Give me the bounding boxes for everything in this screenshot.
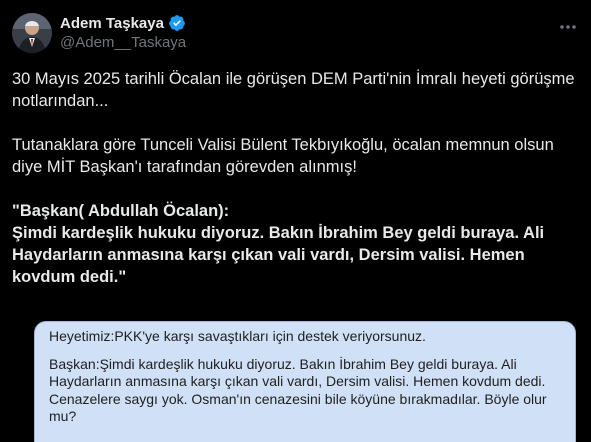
tweet-paragraph: 30 Mayıs 2025 tarihli Öcalan ile görüşen… bbox=[12, 70, 575, 110]
avatar[interactable] bbox=[12, 13, 52, 53]
author-block: Adem Taşkaya @Adem__Taskaya bbox=[60, 13, 186, 52]
tweet-quote-speaker: "Başkan( Abdullah Öcalan): bbox=[12, 202, 230, 220]
avatar-photo bbox=[12, 13, 52, 53]
note-answer: Başkan:Şimdi kardeşlik hukuku diyoruz. B… bbox=[49, 355, 547, 425]
tweet-header: Adem Taşkaya @Adem__Taskaya bbox=[12, 10, 579, 56]
tweet-quote-text: Şimdi kardeşlik hukuku diyoruz. Bakın İb… bbox=[12, 224, 545, 286]
tweet-paragraph: Tutanaklara göre Tunceli Valisi Bülent T… bbox=[12, 136, 554, 176]
note-question: Heyetimiz:PKK'ye karşı savaştıkları için… bbox=[49, 328, 426, 344]
verified-badge-icon bbox=[168, 14, 186, 32]
name-row: Adem Taşkaya bbox=[60, 13, 186, 33]
more-options-icon[interactable] bbox=[557, 16, 579, 38]
tweet-body: 30 Mayıs 2025 tarihli Öcalan ile görüşen… bbox=[12, 68, 576, 288]
author-display-name[interactable]: Adem Taşkaya bbox=[60, 15, 164, 32]
author-handle[interactable]: @Adem__Taskaya bbox=[60, 34, 186, 51]
attached-note-image[interactable]: Heyetimiz:PKK'ye karşı savaştıkları için… bbox=[34, 321, 576, 442]
